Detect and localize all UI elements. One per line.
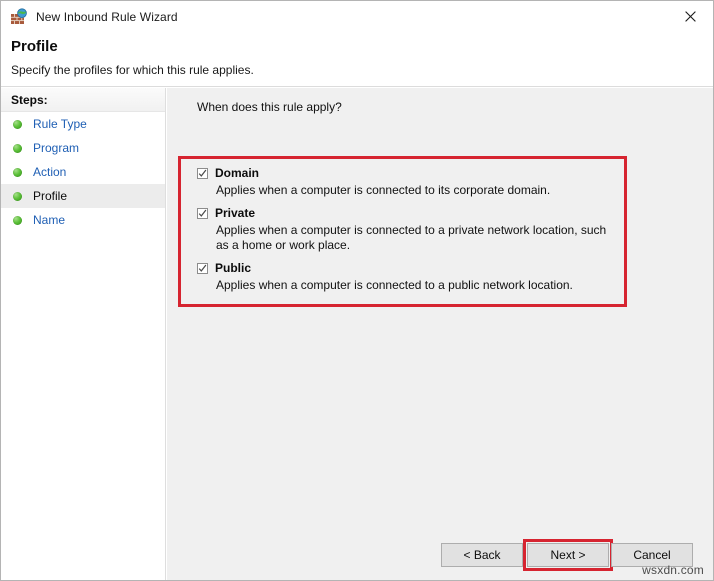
sidebar-item-label: Program — [33, 142, 79, 154]
steps-sidebar: Steps: Rule Type Program Action Profile … — [1, 88, 166, 580]
step-bullet-icon — [13, 120, 22, 129]
window-title: New Inbound Rule Wizard — [36, 10, 178, 24]
profile-name-label: Private — [215, 206, 255, 220]
title-bar: New Inbound Rule Wizard — [1, 1, 713, 32]
profile-description: Applies when a computer is connected to … — [216, 223, 615, 253]
sidebar-item-name[interactable]: Name — [1, 208, 165, 232]
sidebar-item-label: Rule Type — [33, 118, 87, 130]
sidebar-item-profile[interactable]: Profile — [1, 184, 165, 208]
question-label: When does this rule apply? — [197, 100, 342, 114]
wizard-header: Profile Specify the profiles for which t… — [1, 32, 713, 87]
step-bullet-icon — [13, 144, 22, 153]
profile-name-label: Public — [215, 261, 251, 275]
step-bullet-icon — [13, 192, 22, 201]
profile-domain-row[interactable]: Domain — [197, 166, 615, 180]
public-checkbox[interactable] — [197, 263, 208, 274]
firewall-globe-icon — [10, 8, 28, 26]
close-icon[interactable] — [667, 1, 713, 31]
profile-description: Applies when a computer is connected to … — [216, 183, 615, 198]
profile-option-public: Public Applies when a computer is connec… — [197, 261, 615, 293]
page-subtitle: Specify the profiles for which this rule… — [11, 63, 254, 77]
next-button[interactable]: Next > — [527, 543, 609, 567]
profile-option-domain: Domain Applies when a computer is connec… — [197, 166, 615, 198]
private-checkbox[interactable] — [197, 208, 208, 219]
sidebar-item-label: Action — [33, 166, 66, 178]
sidebar-item-rule-type[interactable]: Rule Type — [1, 112, 165, 136]
domain-checkbox[interactable] — [197, 168, 208, 179]
back-button[interactable]: < Back — [441, 543, 523, 567]
sidebar-item-program[interactable]: Program — [1, 136, 165, 160]
profile-name-label: Domain — [215, 166, 259, 180]
steps-heading: Steps: — [1, 88, 165, 112]
wizard-button-bar: < Back Next > Cancel — [167, 535, 713, 580]
page-title: Profile — [11, 38, 58, 55]
sidebar-item-label: Profile — [33, 190, 67, 202]
step-bullet-icon — [13, 216, 22, 225]
profile-options-group: Domain Applies when a computer is connec… — [197, 166, 615, 301]
wizard-body: Steps: Rule Type Program Action Profile … — [1, 88, 713, 580]
profile-option-private: Private Applies when a computer is conne… — [197, 206, 615, 253]
watermark: wsxdn.com — [642, 563, 704, 577]
step-bullet-icon — [13, 168, 22, 177]
sidebar-item-action[interactable]: Action — [1, 160, 165, 184]
profile-public-row[interactable]: Public — [197, 261, 615, 275]
profile-description: Applies when a computer is connected to … — [216, 278, 615, 293]
sidebar-item-label: Name — [33, 214, 65, 226]
profile-private-row[interactable]: Private — [197, 206, 615, 220]
content-pane: When does this rule apply? Domain Applie… — [167, 88, 713, 580]
new-inbound-rule-wizard-window: New Inbound Rule Wizard Profile Specify … — [0, 0, 714, 581]
